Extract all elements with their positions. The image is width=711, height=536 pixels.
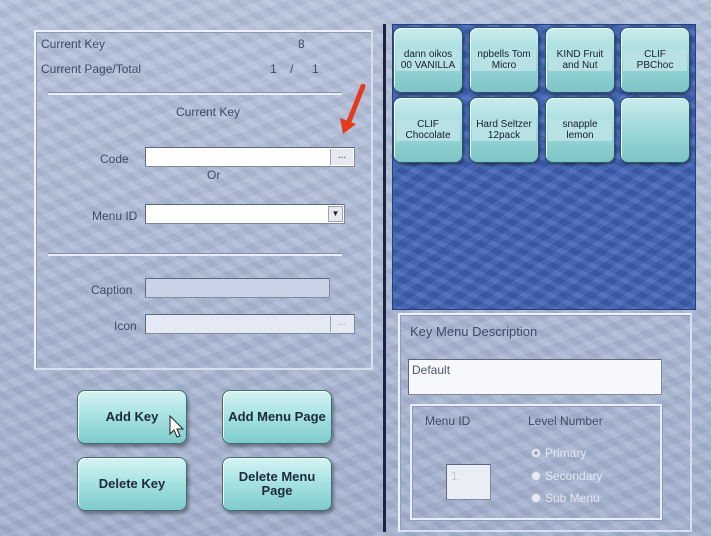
caption-label: Caption	[91, 283, 133, 297]
menu-key-label: Hard Seltzer 12pack	[472, 119, 536, 141]
level-secondary-label: Secondary	[545, 469, 603, 483]
page-separator: /	[290, 62, 294, 76]
desc-menu-id-label: Menu ID	[425, 414, 471, 428]
menu-key-5[interactable]: CLIF Chocolate	[393, 97, 463, 163]
level-number-label: Level Number	[528, 414, 603, 428]
level-submenu-label: Sub Menu	[545, 491, 600, 505]
menu-key-1[interactable]: dann oikos 00 VANILLA	[393, 27, 463, 93]
radio-icon	[531, 471, 541, 481]
delete-menu-page-button[interactable]: Delete Menu Page	[222, 457, 332, 511]
total-pages-value: 1	[312, 62, 319, 76]
section-title: Current Key	[176, 105, 241, 119]
icon-browse-button[interactable]: ...	[330, 316, 353, 332]
panel-divider	[383, 24, 386, 532]
level-primary-radio[interactable]: Primary	[531, 446, 586, 460]
radio-checked-icon	[531, 448, 541, 458]
code-browse-button[interactable]: ...	[330, 149, 353, 165]
menu-key-3[interactable]: KIND Fruit and Nut	[545, 27, 615, 93]
or-label: Or	[207, 168, 221, 182]
delete-key-button[interactable]: Delete Key	[77, 457, 187, 511]
section-divider-2	[48, 253, 342, 256]
current-key-label: Current Key	[41, 37, 106, 51]
menu-key-4[interactable]: CLIF PBChoc	[620, 27, 690, 93]
code-label: Code	[100, 152, 129, 166]
desc-menu-id-field[interactable]: 1	[446, 464, 491, 500]
chevron-down-icon[interactable]: ▼	[328, 206, 343, 222]
icon-label: Icon	[114, 319, 137, 333]
key-menu-description-field[interactable]: Default	[408, 359, 662, 395]
level-primary-label: Primary	[545, 446, 587, 460]
menu-key-label: CLIF Chocolate	[396, 119, 460, 141]
radio-icon	[531, 493, 541, 503]
menu-key-label: npbells Tom Micro	[472, 49, 536, 71]
key-menu-description-title: Key Menu Description	[410, 324, 538, 339]
menu-key-label: dann oikos 00 VANILLA	[396, 49, 460, 71]
menu-key-label: KIND Fruit and Nut	[548, 49, 612, 71]
menu-key-2[interactable]: npbells Tom Micro	[469, 27, 539, 93]
section-divider	[48, 92, 342, 95]
desc-menu-id-value: 1	[451, 469, 458, 483]
level-secondary-radio[interactable]: Secondary	[531, 469, 602, 483]
current-key-value: 8	[298, 37, 305, 51]
menu-key-7[interactable]: snapple lemon	[545, 97, 615, 163]
annotation-arrow-icon	[340, 84, 366, 134]
add-menu-page-button[interactable]: Add Menu Page	[222, 390, 332, 444]
menu-key-label: snapple lemon	[548, 119, 612, 141]
icon-field[interactable]: ...	[145, 314, 355, 334]
menu-id-dropdown[interactable]: ▼	[145, 204, 345, 224]
menu-id-label: Menu ID	[92, 209, 138, 223]
current-page-label: Current Page/Total	[41, 62, 142, 76]
current-page-value: 1	[270, 62, 277, 76]
menu-key-8[interactable]	[620, 97, 690, 163]
caption-field[interactable]	[145, 278, 330, 298]
level-submenu-radio[interactable]: Sub Menu	[531, 491, 600, 505]
mouse-cursor-icon	[169, 415, 185, 438]
code-field[interactable]: ...	[145, 147, 355, 167]
key-menu-description-value: Default	[412, 363, 451, 377]
menu-key-label: CLIF PBChoc	[623, 49, 687, 71]
menu-key-6[interactable]: Hard Seltzer 12pack	[469, 97, 539, 163]
